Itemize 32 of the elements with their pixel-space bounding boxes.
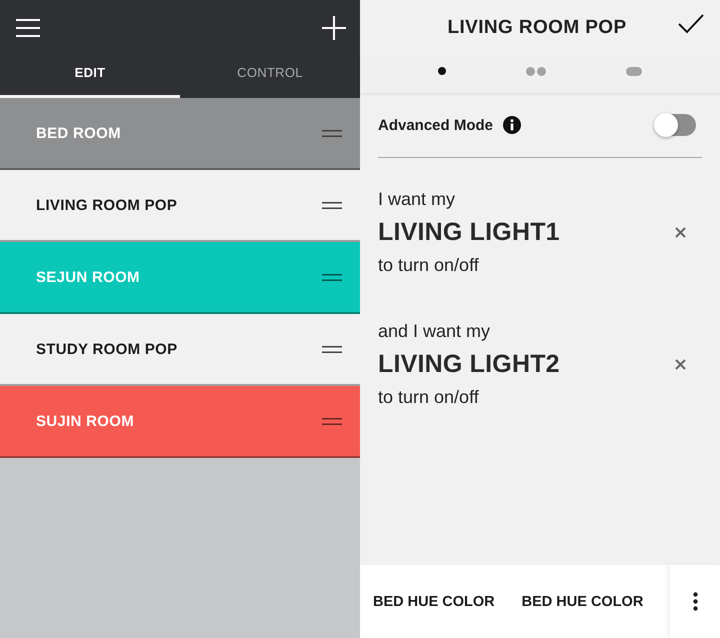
room-row[interactable]: LIVING ROOM POP [0, 170, 360, 242]
room-name: STUDY ROOM POP [36, 340, 178, 358]
scene-button[interactable]: BED HUE COLOR [508, 594, 644, 610]
drag-handle-icon[interactable] [322, 418, 342, 424]
screen-title: LIVING ROOM POP [447, 16, 628, 38]
drag-handle-icon[interactable] [322, 274, 342, 280]
check-icon[interactable] [678, 14, 704, 34]
advanced-mode-label: Advanced Mode [378, 116, 494, 134]
condition-action: to turn on/off [378, 386, 480, 409]
drag-handle-icon[interactable] [322, 130, 342, 136]
remove-icon[interactable] [675, 226, 686, 238]
remove-icon[interactable] [675, 358, 686, 370]
step-double-dot-icon[interactable] [526, 66, 546, 76]
scene-button[interactable]: BED HUE COLOR [360, 594, 495, 610]
plus-icon[interactable] [322, 16, 346, 40]
drag-handle-icon[interactable] [322, 202, 342, 208]
condition-intro: I want my [378, 188, 456, 211]
room-name: LIVING ROOM POP [36, 196, 178, 214]
device-name: LIVING LIGHT1 [378, 218, 560, 246]
condition-action: to turn on/off [378, 254, 480, 277]
device-name: LIVING LIGHT2 [378, 350, 560, 378]
info-icon[interactable] [503, 116, 522, 134]
room-name: SUJIN ROOM [36, 412, 134, 430]
step-dot-icon[interactable] [438, 67, 446, 75]
room-name: BED ROOM [36, 124, 121, 142]
drag-handle-icon[interactable] [322, 346, 342, 352]
tab[interactable]: CONTROL [180, 55, 360, 98]
menu-icon[interactable] [16, 18, 40, 36]
advanced-mode-toggle[interactable] [656, 114, 696, 136]
condition-intro: and I want my [378, 320, 492, 343]
room-row[interactable]: STUDY ROOM POP [0, 314, 360, 386]
room-name: SEJUN ROOM [36, 268, 140, 286]
